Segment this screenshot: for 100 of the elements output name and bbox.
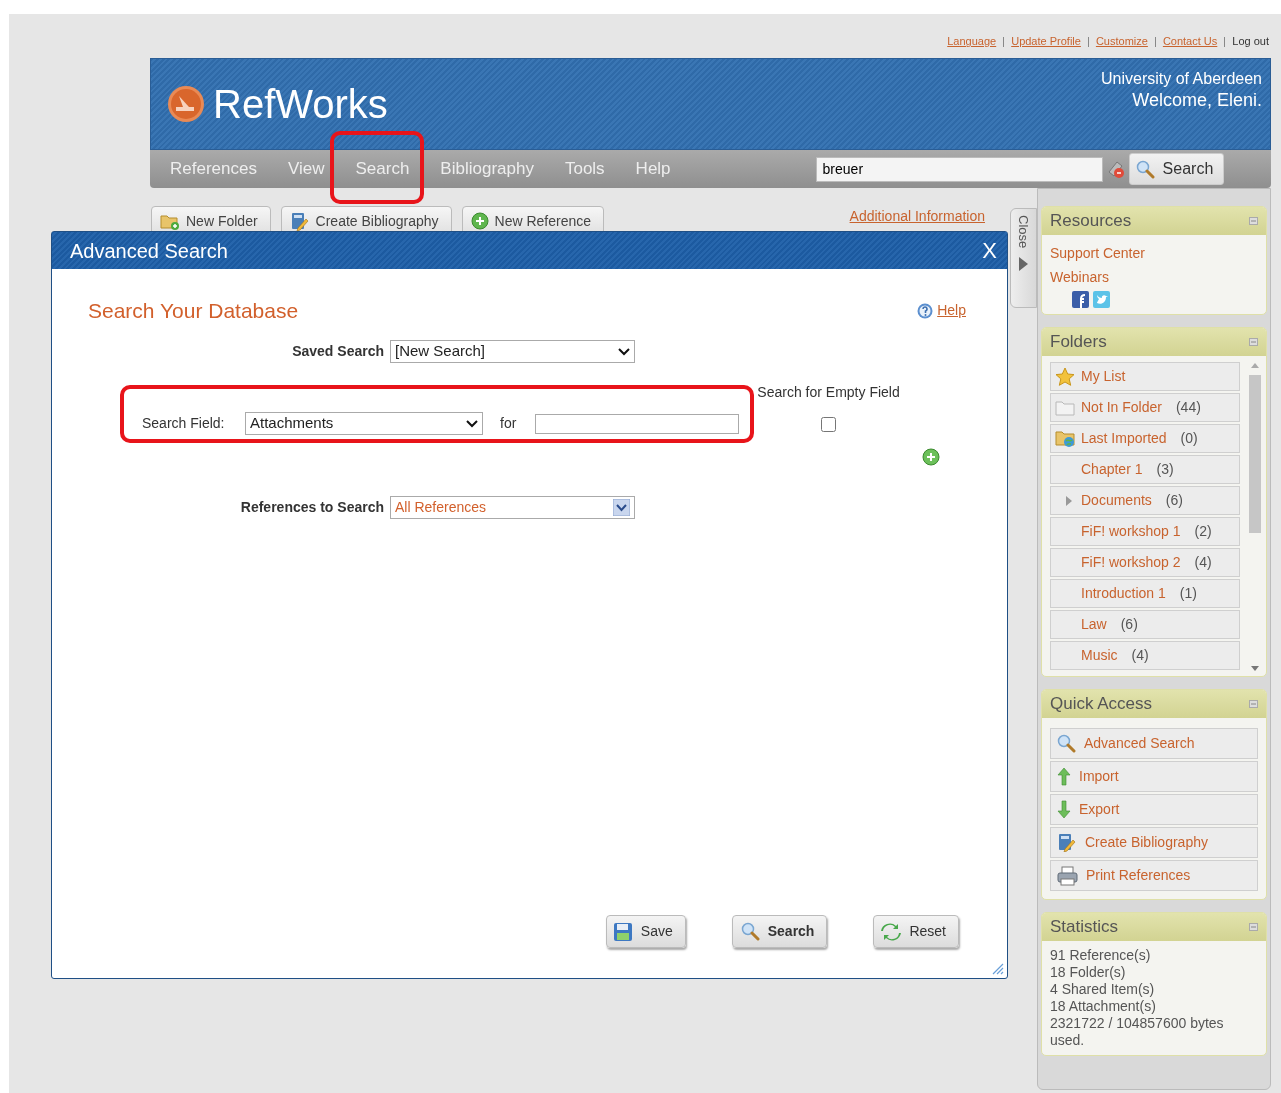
- panel-title: Statistics: [1050, 916, 1119, 939]
- header-link[interactable]: Contact Us: [1162, 33, 1218, 50]
- notebook-icon: [1057, 833, 1077, 852]
- header-text[interactable]: Log out: [1232, 33, 1269, 50]
- saved-search-select[interactable]: [New Search]: [390, 339, 635, 363]
- field-label: Search Field:: [142, 413, 226, 433]
- expand-arrow-icon: [1065, 494, 1073, 507]
- folder-count: (6): [1165, 491, 1183, 510]
- resize-grip-icon: [990, 961, 1004, 975]
- dialog-button[interactable]: Save: [605, 915, 686, 948]
- quick-access-item[interactable]: Advanced Search: [1050, 728, 1258, 759]
- folder-count: (4): [1131, 646, 1149, 665]
- search-icon: [740, 922, 760, 941]
- folder-globe-icon: [1055, 429, 1075, 448]
- folder-item[interactable]: Last Imported (0): [1050, 424, 1240, 453]
- resource-link[interactable]: Webinars: [1050, 265, 1258, 289]
- facebook-icon: [1072, 291, 1089, 308]
- folder-count: (6): [1120, 615, 1138, 634]
- statistic-text: 91 Reference(s): [1050, 947, 1152, 964]
- info-link[interactable]: Additional Information: [849, 206, 985, 227]
- statistic-text: 2321722 / 104857600 bytes used.: [1050, 1015, 1225, 1049]
- folder-item[interactable]: Documents (6): [1050, 486, 1240, 515]
- folder-name: FiF! workshop 2: [1081, 553, 1181, 572]
- collapse-icon: [1249, 217, 1258, 225]
- folder-name: Introduction 1: [1081, 584, 1166, 603]
- folder-item[interactable]: My List: [1050, 362, 1240, 391]
- quick-access-label: Advanced Search: [1084, 734, 1195, 753]
- dropdown-icon: [618, 346, 630, 356]
- dropdown-icon: [613, 498, 630, 516]
- folder-item[interactable]: Introduction 1 (1): [1050, 579, 1240, 608]
- folder-item[interactable]: FiF! workshop 1 (2): [1050, 517, 1240, 546]
- search-field[interactable]: breuer: [815, 156, 1103, 182]
- statistic-text: 18 Folder(s): [1050, 964, 1127, 981]
- logo-text: RefWorks: [213, 81, 388, 128]
- down-arrow-icon: [1057, 800, 1071, 819]
- dialog-button[interactable]: Reset: [873, 915, 959, 948]
- folder-name: Music: [1081, 646, 1118, 665]
- scrollbar-thumb[interactable]: [1249, 375, 1261, 533]
- notebook-icon: [289, 211, 310, 231]
- quick-access-label: Create Bibliography: [1085, 833, 1208, 852]
- section-heading: Search Your Database: [88, 298, 299, 324]
- quick-access-label: Print References: [1086, 866, 1191, 885]
- arrow-icon: [1018, 256, 1029, 273]
- folder-count: (1): [1179, 584, 1197, 603]
- folder-icon: [1055, 398, 1075, 417]
- search-field-select[interactable]: Attachments: [245, 411, 483, 435]
- folder-count: (0): [1180, 429, 1198, 448]
- folder-count: (4): [1194, 553, 1212, 572]
- for-label: for: [500, 413, 517, 433]
- field-label: Saved Search: [291, 341, 385, 361]
- field-label: References to Search: [239, 497, 385, 517]
- panel-title: Resources: [1050, 210, 1132, 233]
- search-icon: [1135, 159, 1155, 179]
- quick-access-label: Import: [1079, 767, 1119, 786]
- folder-item[interactable]: FiF! workshop 2 (4): [1050, 548, 1240, 577]
- folder-name: Not In Folder: [1081, 398, 1162, 417]
- logo-icon: [167, 85, 205, 123]
- header-link[interactable]: Customize: [1095, 33, 1148, 50]
- collapse-icon: [1249, 338, 1258, 346]
- add-row-button[interactable]: [922, 447, 940, 466]
- folder-name: FiF! workshop 1: [1081, 522, 1181, 541]
- panel-title: Quick Access: [1050, 693, 1153, 716]
- star-icon: [1055, 366, 1075, 387]
- help-link[interactable]: Help: [937, 300, 966, 322]
- header-link[interactable]: Update Profile: [1011, 33, 1081, 50]
- search-button[interactable]: Search: [1128, 153, 1225, 185]
- statistic-text: 4 Shared Item(s): [1050, 981, 1156, 998]
- folder-name: Last Imported: [1081, 429, 1167, 448]
- folder-item[interactable]: Law (6): [1050, 610, 1240, 639]
- quick-access-item[interactable]: Print References: [1050, 860, 1258, 891]
- quick-access-item[interactable]: Import: [1050, 761, 1258, 792]
- resource-link[interactable]: Support Center: [1050, 241, 1258, 265]
- quick-access-label: Export: [1079, 800, 1120, 819]
- folder-name: Documents: [1081, 491, 1152, 510]
- folder-item[interactable]: Chapter 1 (3): [1050, 455, 1240, 484]
- header-link[interactable]: Language: [947, 33, 997, 50]
- empty-field-checkbox[interactable]: [821, 416, 837, 432]
- references-select[interactable]: All References: [390, 495, 635, 519]
- collapse-icon: [1249, 923, 1258, 931]
- folder-count: (3): [1156, 460, 1174, 479]
- search-term-field[interactable]: [535, 413, 740, 434]
- dialog-button[interactable]: Search: [731, 915, 828, 948]
- panel-title: Folders: [1050, 331, 1107, 354]
- folder-item[interactable]: Music (4): [1050, 641, 1240, 670]
- scroll-up-icon: [1250, 362, 1260, 369]
- up-arrow-icon: [1057, 767, 1071, 786]
- folder-item[interactable]: Not In Folder (44): [1050, 393, 1240, 422]
- institution-name: University of Aberdeen: [1101, 69, 1262, 89]
- folder-name: My List: [1081, 367, 1126, 386]
- welcome-text: Welcome, Eleni.: [1131, 89, 1262, 112]
- quick-access-item[interactable]: Create Bibliography: [1050, 827, 1258, 858]
- close-tab[interactable]: Close: [1010, 208, 1037, 308]
- search-icon: [1057, 734, 1076, 753]
- quick-access-item[interactable]: Export: [1050, 794, 1258, 825]
- folder-name: Law: [1081, 615, 1107, 634]
- save-icon: [612, 921, 633, 942]
- close-button[interactable]: X: [982, 234, 997, 267]
- dropdown-icon: [466, 418, 478, 428]
- printer-icon: [1057, 865, 1078, 886]
- help-icon: [917, 302, 934, 319]
